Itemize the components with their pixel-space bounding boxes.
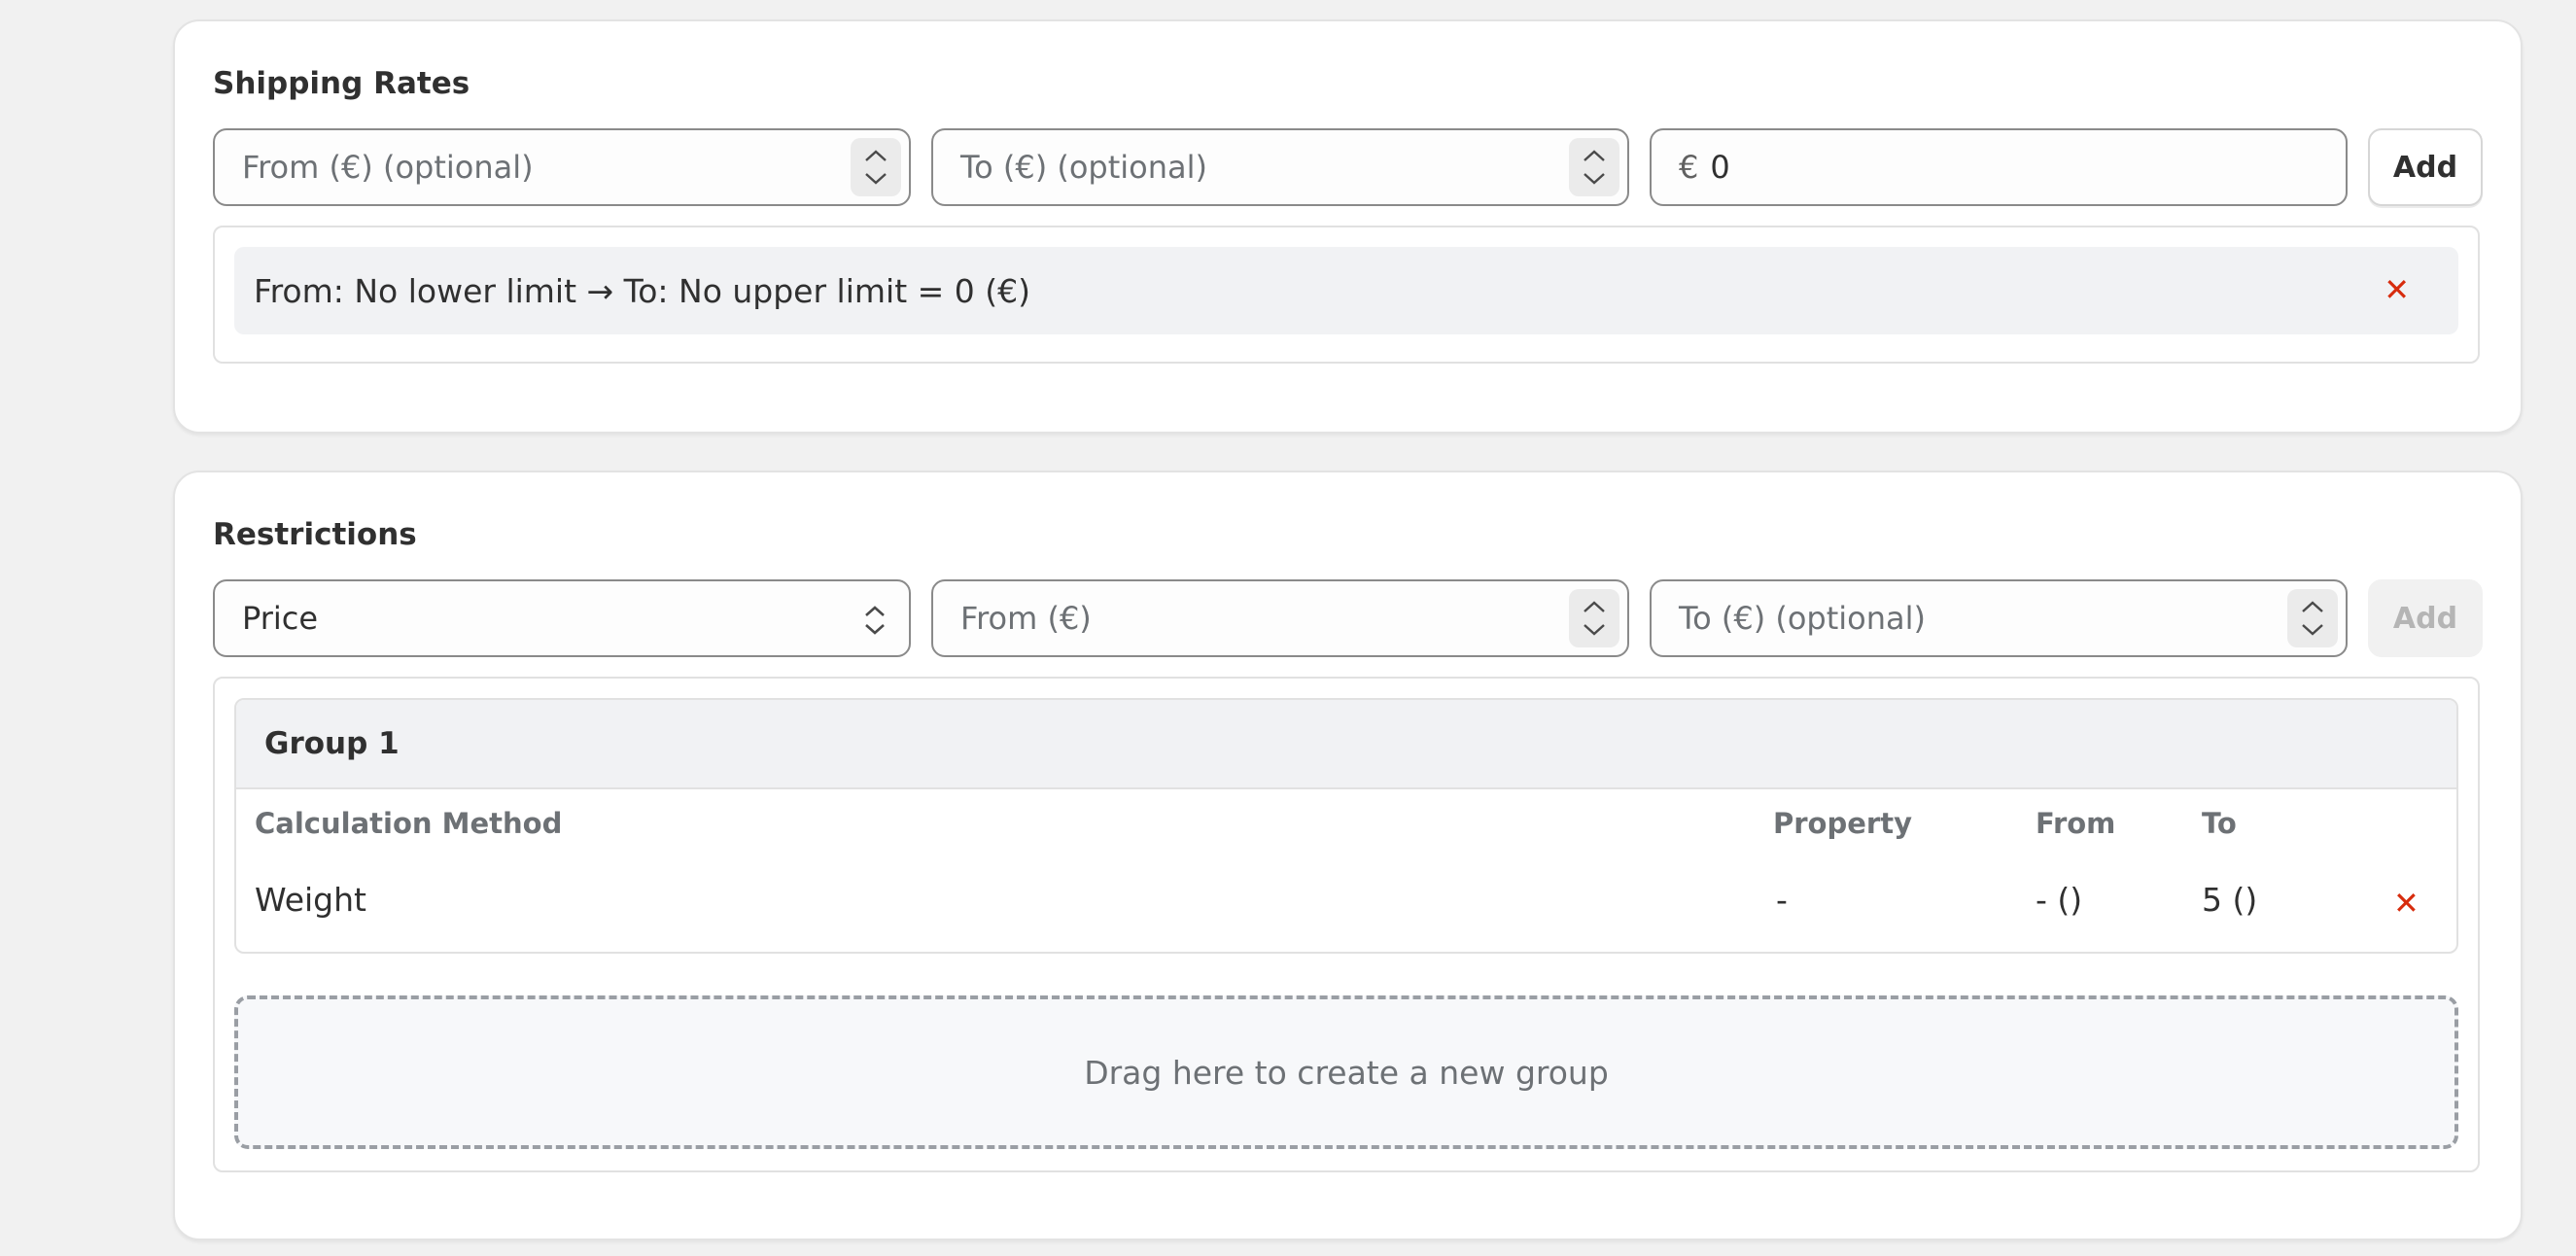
rate-from-input[interactable]: From (€) (optional) <box>213 128 911 206</box>
restriction-type-select[interactable]: Price <box>213 579 911 657</box>
restriction-groups-panel: Group 1 Calculation Method Property From… <box>213 677 2480 1172</box>
column-header-property: Property <box>1773 807 1912 840</box>
rate-price-input[interactable]: € 0 <box>1650 128 2348 206</box>
column-header-from: From <box>2036 807 2116 840</box>
restriction-from-stepper[interactable] <box>1569 589 1619 647</box>
restrictions-card: Restrictions Price From (€) To (€) (opti… <box>173 471 2523 1240</box>
restrictions-title: Restrictions <box>213 517 417 552</box>
restriction-to-input[interactable]: To (€) (optional) <box>1650 579 2348 657</box>
restriction-from-input[interactable]: From (€) <box>931 579 1629 657</box>
restriction-to-placeholder: To (€) (optional) <box>1679 600 1927 637</box>
add-rate-button[interactable]: Add <box>2368 128 2483 206</box>
chevron-down-icon[interactable] <box>2300 623 2325 637</box>
rate-price-value: 0 <box>1710 149 1730 186</box>
chevron-down-icon[interactable] <box>1582 623 1607 637</box>
group-header: Group 1 <box>236 700 2456 789</box>
restriction-type-value: Price <box>242 600 319 637</box>
dropzone-text: Drag here to create a new group <box>1084 1053 1609 1092</box>
restriction-group[interactable]: Group 1 Calculation Method Property From… <box>234 698 2458 954</box>
rates-list: From: No lower limit → To: No upper limi… <box>213 226 2480 364</box>
restriction-to-stepper[interactable] <box>2287 589 2338 647</box>
row-property: - <box>1776 881 1788 919</box>
remove-restriction-icon[interactable]: ✕ <box>2393 888 2419 919</box>
new-group-dropzone[interactable]: Drag here to create a new group <box>234 995 2458 1149</box>
euro-prefix: € <box>1679 149 1699 186</box>
rate-from-stepper[interactable] <box>851 138 901 196</box>
column-header-method: Calculation Method <box>255 807 563 840</box>
rate-row-text: From: No lower limit → To: No upper limi… <box>254 271 1030 310</box>
row-from: - () <box>2036 881 2083 919</box>
remove-rate-icon[interactable]: ✕ <box>2384 274 2410 305</box>
chevron-up-icon[interactable] <box>1582 600 1607 613</box>
shipping-rates-title: Shipping Rates <box>213 66 470 101</box>
rate-to-stepper[interactable] <box>1569 138 1619 196</box>
rate-to-placeholder: To (€) (optional) <box>960 149 1208 186</box>
chevron-up-icon[interactable] <box>2300 600 2325 613</box>
chevron-down-icon[interactable] <box>863 172 888 186</box>
chevron-down-icon[interactable] <box>1582 172 1607 186</box>
chevron-up-icon[interactable] <box>863 149 888 162</box>
row-method: Weight <box>255 881 366 919</box>
restriction-from-placeholder: From (€) <box>960 600 1092 637</box>
shipping-rates-card: Shipping Rates From (€) (optional) To (€… <box>173 19 2523 434</box>
rate-from-placeholder: From (€) (optional) <box>242 149 534 186</box>
select-chevron-icon <box>865 606 885 635</box>
row-to: 5 () <box>2202 881 2258 919</box>
column-header-to: To <box>2202 807 2237 840</box>
rate-to-input[interactable]: To (€) (optional) <box>931 128 1629 206</box>
rate-row: From: No lower limit → To: No upper limi… <box>234 247 2458 334</box>
chevron-up-icon[interactable] <box>1582 149 1607 162</box>
add-restriction-button[interactable]: Add <box>2368 579 2483 657</box>
